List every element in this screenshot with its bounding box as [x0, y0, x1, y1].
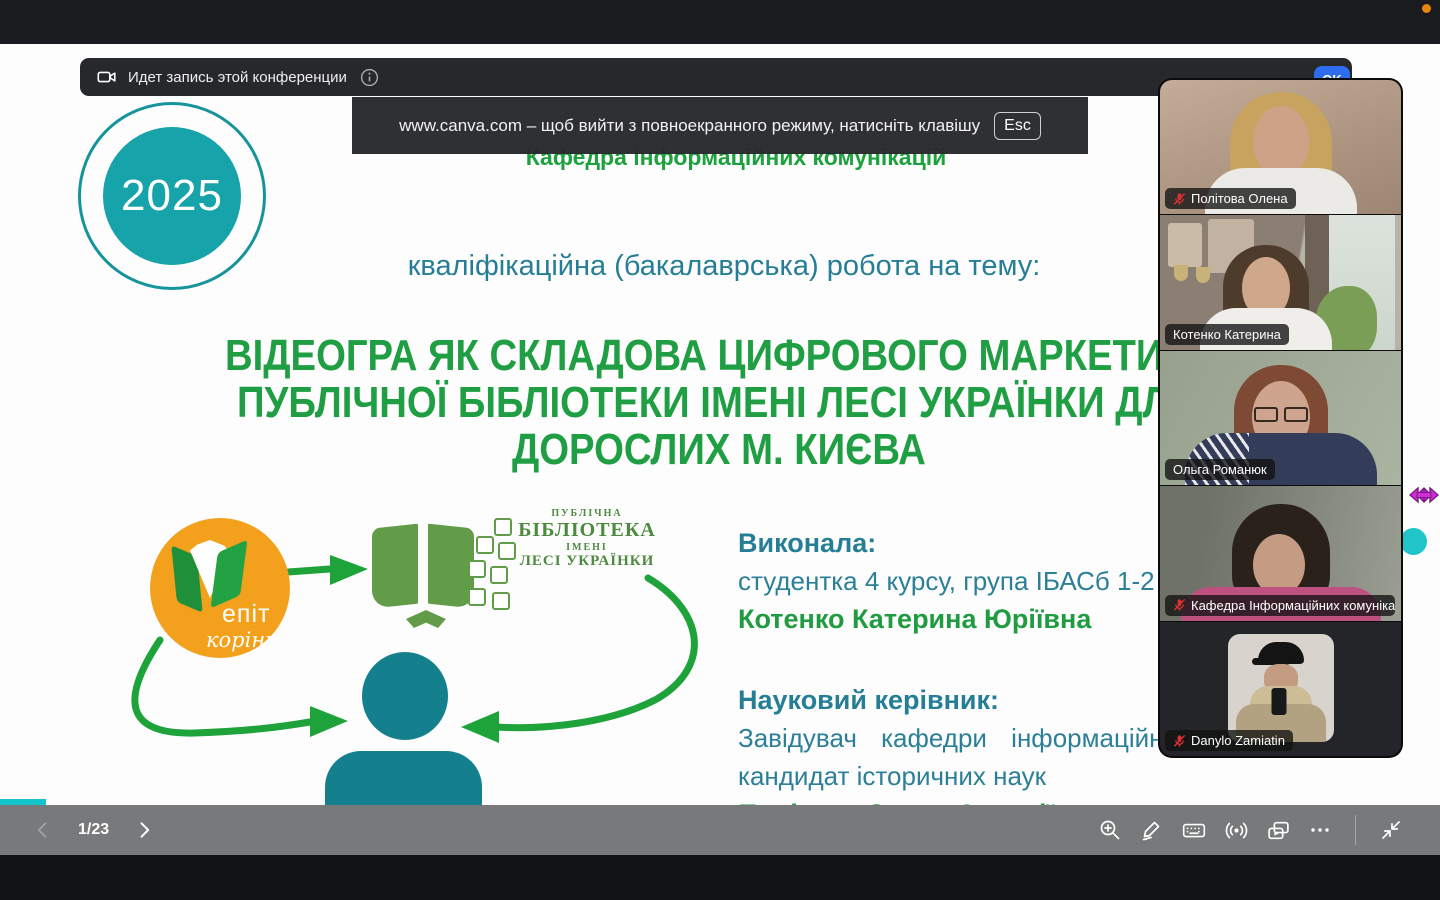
muted-mic-icon — [1173, 598, 1186, 612]
recording-toast-text: Идет запись этой конференции — [128, 69, 347, 86]
keyboard-button[interactable] — [1181, 817, 1207, 843]
participants-panel: Політова Олена Котенко Катерина Ольга Ро… — [1158, 78, 1403, 758]
previous-slide-button[interactable] — [30, 817, 56, 843]
participant-name-label: Кафедра Інформаційних комуніка... — [1165, 595, 1395, 616]
library-logo-text: ПУБЛІЧНА БІБЛІОТЕКА ІМЕНІ ЛЕСІ УКРАЇНКИ — [512, 508, 662, 570]
library-book-icon — [372, 518, 522, 638]
muted-mic-icon — [1173, 734, 1186, 748]
video-tile[interactable]: Політова Олена — [1160, 80, 1401, 214]
credits-block: Виконала: студентка 4 курсу, група ІБАСб… — [738, 528, 1208, 805]
canva-fullscreen-banner: www.canva.com – щоб вийти з повноекранно… — [352, 97, 1088, 154]
supervisor-line1: Завідувач кафедри інформаційн — [738, 723, 1208, 754]
library-logo-line4: ЛЕСІ УКРАЇНКИ — [512, 553, 662, 570]
more-options-button[interactable] — [1307, 817, 1333, 843]
horizontal-resize-cursor — [1408, 482, 1440, 508]
notification-dot — [1422, 4, 1431, 13]
library-logo-line2: БІБЛІОТЕКА — [512, 519, 662, 541]
info-icon[interactable] — [359, 67, 380, 88]
zoom-in-button[interactable] — [1097, 817, 1123, 843]
epit-logo-text1: епіт — [222, 600, 270, 629]
next-slide-button[interactable] — [131, 817, 157, 843]
executor-heading: Виконала: — [738, 528, 1208, 559]
executor-name: Котенко Катерина Юріївна — [738, 604, 1208, 635]
participant-name-label: Danylo Zamiatin — [1165, 730, 1293, 751]
video-camera-icon — [96, 66, 118, 88]
toolbar-divider — [1355, 815, 1356, 845]
top-black-bar — [0, 0, 1440, 44]
participant-name-label: Ольга Романюк — [1165, 459, 1275, 480]
video-tile[interactable]: Danylo Zamiatin — [1160, 622, 1401, 756]
esc-key-hint: Esc — [994, 112, 1041, 140]
supervisor-line2: кандидат історичних наук — [738, 761, 1208, 792]
page-indicator: 1/23 — [78, 821, 109, 839]
broadcast-button[interactable] — [1223, 817, 1249, 843]
muted-mic-icon — [1173, 192, 1186, 206]
library-logo-line3: ІМЕНІ — [512, 542, 662, 553]
video-tile[interactable]: Котенко Катерина — [1160, 215, 1401, 349]
video-tile[interactable]: Кафедра Інформаційних комуніка... — [1160, 486, 1401, 620]
bottom-black-bar — [0, 855, 1440, 900]
epit-book-icon — [174, 546, 244, 608]
participant-name-label: Котенко Катерина — [1165, 324, 1289, 345]
supervisor-heading: Науковий керівник: — [738, 685, 1208, 716]
panel-drag-handle[interactable] — [1400, 528, 1427, 555]
participant-name-label: Політова Олена — [1165, 188, 1296, 209]
presentation-toolbar: 1/23 — [0, 805, 1440, 855]
video-tile[interactable]: Ольга Романюк — [1160, 351, 1401, 485]
executor-line: студентка 4 курсу, група ІБАСб 1-2 — [738, 566, 1208, 597]
participant-avatar — [1228, 634, 1334, 742]
collapse-button[interactable] — [1378, 817, 1404, 843]
canva-banner-text: www.canva.com – щоб вийти з повноекранно… — [399, 116, 980, 136]
library-logo-line1: ПУБЛІЧНА — [512, 508, 662, 519]
epit-logo: епіт корінців — [150, 518, 290, 658]
epit-logo-text2: корінців — [206, 628, 290, 652]
annotate-button[interactable] — [1139, 817, 1165, 843]
slides-button[interactable] — [1265, 817, 1291, 843]
